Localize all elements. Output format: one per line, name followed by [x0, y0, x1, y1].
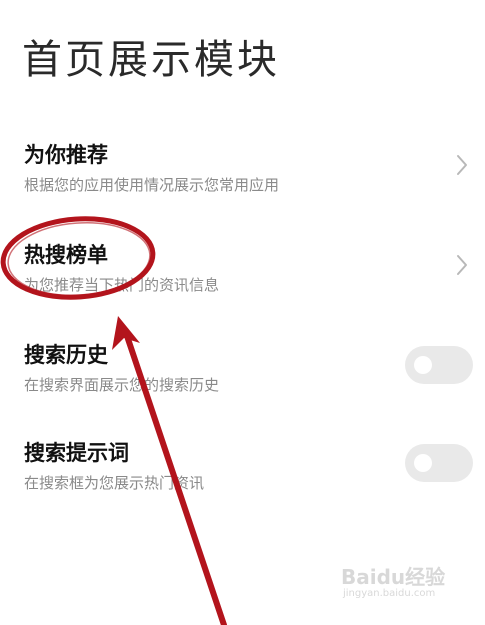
- watermark: Baidu经验 jingyan.baidu.com: [341, 561, 471, 605]
- setting-item-search-history: 搜索历史 在搜索界面展示您的搜索历史: [0, 340, 485, 420]
- setting-subtitle-hot-search: 为您推荐当下热门的资讯信息: [24, 276, 220, 294]
- search-history-toggle[interactable]: [405, 346, 473, 384]
- watermark-url: jingyan.baidu.com: [343, 588, 436, 599]
- setting-subtitle-recommend: 根据您的应用使用情况展示您常用应用: [24, 176, 280, 194]
- setting-subtitle-search-hints: 在搜索框为您展示热门资讯: [24, 474, 205, 492]
- setting-title-search-history: 搜索历史: [24, 343, 108, 367]
- toggle-knob: [414, 356, 432, 374]
- page-title: 首页展示模块: [22, 37, 280, 83]
- search-hints-toggle[interactable]: [405, 444, 473, 482]
- setting-title-recommend: 为你推荐: [24, 143, 108, 167]
- setting-item-recommend[interactable]: 为你推荐 根据您的应用使用情况展示您常用应用: [0, 140, 485, 220]
- chevron-right-icon: [457, 155, 467, 175]
- watermark-brand: Baidu经验: [341, 565, 446, 589]
- setting-item-hot-search[interactable]: 热搜榜单 为您推荐当下热门的资讯信息: [0, 240, 485, 320]
- setting-title-hot-search: 热搜榜单: [24, 243, 108, 267]
- setting-title-search-hints: 搜索提示词: [24, 441, 129, 465]
- toggle-knob: [414, 454, 432, 472]
- chevron-right-icon: [457, 255, 467, 275]
- setting-item-search-hints: 搜索提示词 在搜索框为您展示热门资讯: [0, 438, 485, 518]
- setting-subtitle-search-history: 在搜索界面展示您的搜索历史: [24, 376, 220, 394]
